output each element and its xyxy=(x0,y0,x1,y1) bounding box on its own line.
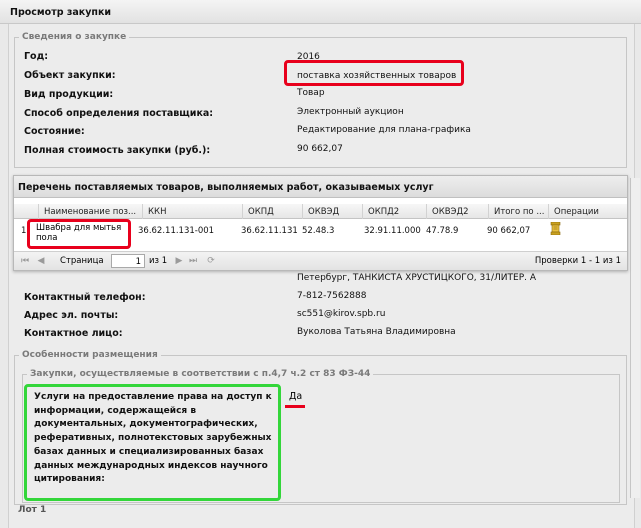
purchase-info-legend: Сведения о закупке xyxy=(22,32,127,42)
prev-page-icon[interactable]: ◀ xyxy=(36,256,46,266)
answer-underline xyxy=(285,405,305,408)
question-highlight xyxy=(24,384,281,501)
address-value: Петербург, ТАНКИСТА ХРУСТИЦКОГО, 31/ЛИТЕ… xyxy=(297,273,537,283)
refresh-icon[interactable]: ⟳ xyxy=(206,256,216,266)
last-page-icon[interactable]: ⏭ xyxy=(188,256,198,266)
next-page-icon[interactable]: ▶ xyxy=(174,256,184,266)
page-label: Страница xyxy=(60,256,104,266)
okpd2-cell: 32.91.11.000 xyxy=(364,226,421,236)
year-label: Год: xyxy=(24,51,49,62)
first-page-icon[interactable]: ⏮ xyxy=(20,256,30,266)
col-header-name[interactable]: Наименование поз... xyxy=(38,204,142,219)
vertical-scrollbar[interactable] xyxy=(630,178,640,498)
feature-answer: Да xyxy=(289,391,303,402)
records-count: Проверки 1 - 1 из 1 xyxy=(534,256,621,266)
grid-header: Наименование поз... ККН ОКПД ОКВЭД ОКПД2… xyxy=(14,204,627,219)
col-header-okpd[interactable]: ОКПД xyxy=(242,204,302,219)
okved-cell: 52.48.3 xyxy=(302,226,335,236)
item-name-highlight xyxy=(27,219,131,249)
contact-person-value: Вуколова Татьяна Владимировна xyxy=(297,327,456,337)
row-number: 1 xyxy=(21,226,27,236)
col-header-okpd2[interactable]: ОКПД2 xyxy=(362,204,426,219)
grid-pager: ⏮ ◀ Страница из 1 ▶ ⏭ ⟳ Проверки 1 - 1 и… xyxy=(14,251,627,270)
email-value: sc551@kirov.spb.ru xyxy=(297,309,386,319)
procurement-subgroup-legend: Закупки, осуществляемые в соответствии с… xyxy=(30,369,371,379)
operations-icon[interactable] xyxy=(550,221,561,236)
col-header-operations[interactable]: Операции xyxy=(548,204,627,219)
email-label: Адрес эл. почты: xyxy=(24,310,119,321)
contact-person-label: Контактное лицо: xyxy=(24,328,123,339)
placement-features-legend: Особенности размещения xyxy=(22,350,158,360)
okpd-cell: 36.62.11.131 xyxy=(241,226,298,236)
product-type-value: Товар xyxy=(297,88,325,98)
page-of-label: из 1 xyxy=(149,256,168,266)
method-label: Способ определения поставщика: xyxy=(24,108,214,119)
okved2-cell: 47.78.9 xyxy=(426,226,459,236)
col-header-kkn[interactable]: ККН xyxy=(142,204,242,219)
col-header-okved2[interactable]: ОКВЭД2 xyxy=(426,204,488,219)
lot-tab[interactable]: Лот 1 xyxy=(14,505,64,518)
total-cell: 90 662,07 xyxy=(487,226,531,236)
window-title: Просмотр закупки xyxy=(0,0,641,24)
total-cost-value: 90 662,07 xyxy=(297,144,343,154)
product-type-label: Вид продукции: xyxy=(24,89,114,100)
col-header-okved[interactable]: ОКВЭД xyxy=(302,204,362,219)
method-value: Электронный аукцион xyxy=(297,107,404,117)
grid-title: Перечень поставляемых товаров, выполняем… xyxy=(14,176,627,198)
object-highlight xyxy=(284,60,464,86)
phone-value: 7-812-7562888 xyxy=(297,291,367,301)
col-header-total[interactable]: Итого по ... xyxy=(488,204,548,219)
object-label: Объект закупки: xyxy=(24,70,116,81)
status-value: Редактирование для плана-графика xyxy=(297,125,471,135)
total-cost-label: Полная стоимость закупки (руб.): xyxy=(24,145,211,156)
phone-label: Контактный телефон: xyxy=(24,292,146,303)
status-label: Состояние: xyxy=(24,126,85,137)
kkn-cell: 36.62.11.131-001 xyxy=(138,226,215,236)
page-number-input[interactable] xyxy=(111,254,145,268)
